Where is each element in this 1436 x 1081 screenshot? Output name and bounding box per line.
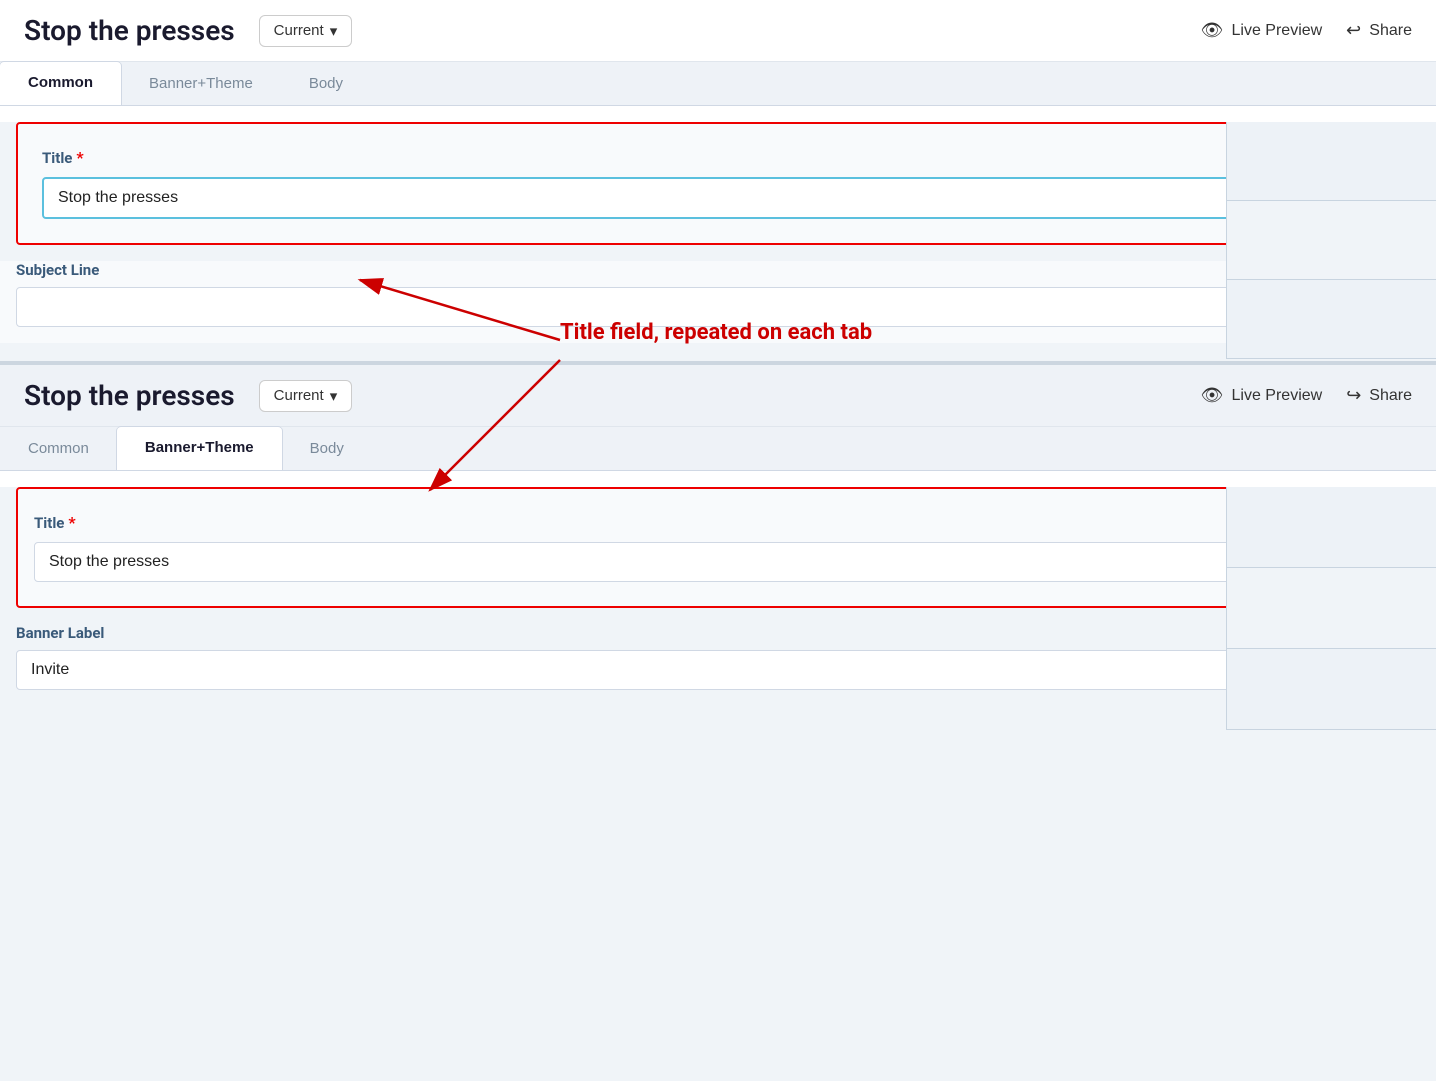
- bottom-title-section: Title *: [16, 487, 1420, 608]
- subject-label: Subject Line: [16, 261, 1420, 279]
- bottom-page-title: Stop the presses: [24, 379, 235, 412]
- share-button[interactable]: ↪ Share: [1346, 20, 1412, 41]
- bottom-chevron-down-icon: ▾: [330, 387, 338, 405]
- tab-common-bottom[interactable]: Common: [0, 427, 117, 470]
- tab-common-top[interactable]: Common: [0, 62, 121, 105]
- tab-banner-theme-bottom[interactable]: Banner+Theme: [117, 427, 282, 470]
- subject-section: Subject Line: [0, 261, 1436, 343]
- bottom-live-preview-label: Live Preview: [1232, 387, 1323, 405]
- subject-input[interactable]: [16, 287, 1420, 327]
- bottom-panel-content: Title * Banner Label: [0, 487, 1436, 730]
- bottom-sidebar-hint-2: [1227, 568, 1436, 649]
- title-input-top[interactable]: [42, 177, 1394, 219]
- share-icon: ↪: [1346, 20, 1361, 41]
- bottom-sidebar-hint-1: [1227, 487, 1436, 568]
- title-field-label: Title *: [42, 148, 1394, 167]
- tab-body-bottom[interactable]: Body: [282, 427, 372, 470]
- version-label: Current: [274, 22, 324, 39]
- top-panel: Stop the presses Current ▾ 👁 Live Previe…: [0, 0, 1436, 359]
- sidebar-hint-1: [1227, 122, 1436, 201]
- bottom-share-button[interactable]: ↪ Share: [1346, 385, 1412, 406]
- version-dropdown[interactable]: Current ▾: [259, 15, 353, 47]
- top-panel-content: Title * Subject Line: [0, 122, 1436, 359]
- banner-label-input[interactable]: [16, 650, 1420, 690]
- header-actions: 👁 Live Preview ↪ Share: [1201, 20, 1412, 41]
- eye-icon: 👁: [1201, 20, 1224, 41]
- bottom-required-star: *: [68, 513, 75, 532]
- sidebar-hint-3: [1227, 280, 1436, 359]
- sidebar-hint-2: [1227, 201, 1436, 280]
- live-preview-label: Live Preview: [1232, 22, 1323, 40]
- bottom-live-preview-button[interactable]: 👁 Live Preview: [1201, 385, 1323, 406]
- bottom-version-dropdown[interactable]: Current ▾: [259, 380, 353, 412]
- bottom-eye-icon: 👁: [1201, 385, 1224, 406]
- top-panel-header: Stop the presses Current ▾ 👁 Live Previe…: [0, 0, 1436, 62]
- bottom-title-field-label: Title *: [34, 513, 1402, 532]
- live-preview-button[interactable]: 👁 Live Preview: [1201, 20, 1323, 41]
- bottom-share-icon: ↪: [1346, 385, 1361, 406]
- page-title: Stop the presses: [24, 14, 235, 47]
- tab-body-top[interactable]: Body: [281, 62, 371, 105]
- required-star: *: [76, 148, 83, 167]
- banner-label-heading: Banner Label: [16, 624, 1420, 642]
- chevron-down-icon: ▾: [330, 22, 338, 40]
- top-title-section: Title *: [16, 122, 1420, 245]
- bottom-right-sidebar: [1226, 487, 1436, 730]
- share-label: Share: [1369, 22, 1412, 40]
- bottom-share-label: Share: [1369, 387, 1412, 405]
- page-container: Stop the presses Current ▾ 👁 Live Previe…: [0, 0, 1436, 730]
- bottom-version-label: Current: [274, 387, 324, 404]
- tab-banner-theme-top[interactable]: Banner+Theme: [121, 62, 281, 105]
- top-tabs-bar: Common Banner+Theme Body: [0, 62, 1436, 106]
- bottom-panel-header: Stop the presses Current ▾ 👁 Live Previe…: [0, 365, 1436, 427]
- bottom-header-actions: 👁 Live Preview ↪ Share: [1201, 385, 1412, 406]
- bottom-tabs-bar: Common Banner+Theme Body: [0, 427, 1436, 471]
- top-right-sidebar: [1226, 122, 1436, 359]
- title-input-bottom[interactable]: [34, 542, 1402, 582]
- bottom-panel: Stop the presses Current ▾ 👁 Live Previe…: [0, 361, 1436, 730]
- bottom-sidebar-hint-3: [1227, 649, 1436, 730]
- banner-label-section: Banner Label: [0, 624, 1436, 714]
